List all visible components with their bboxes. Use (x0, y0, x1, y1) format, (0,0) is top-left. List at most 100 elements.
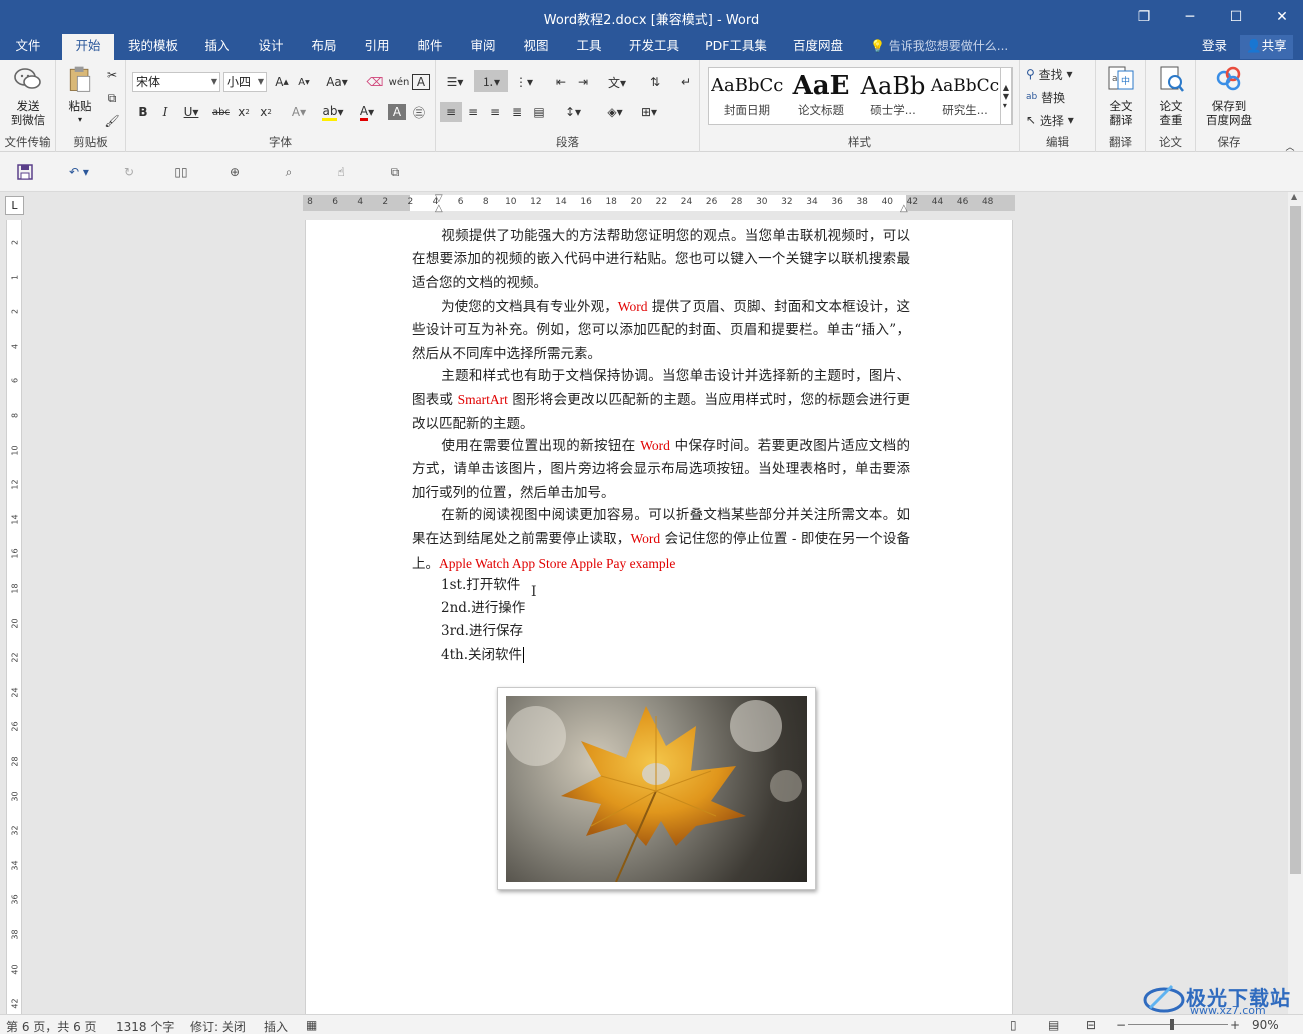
send-to-wechat-button[interactable]: 发送 到微信 (4, 64, 52, 127)
body-paragraph[interactable]: 使用在需要位置出现的新按钮在 Word 中保存时间。若要更改图片适应文档的方式，… (412, 434, 910, 505)
justify-icon[interactable]: ≣ (506, 102, 528, 122)
body-paragraph[interactable]: 主题和样式也有助于文档保持协调。当您单击设计并选择新的主题时，图片、图表或 Sm… (412, 365, 910, 436)
zoom-out-icon[interactable]: − (1116, 1018, 1126, 1032)
tab-home[interactable]: 开始 (62, 34, 114, 60)
bullets-icon[interactable]: ☰▾ (442, 72, 468, 92)
read-mode-view-icon[interactable]: ▯ (1010, 1018, 1017, 1032)
list-item[interactable]: 2nd.进行操作 (441, 597, 525, 620)
replace-button[interactable]: ab 替换 (1026, 87, 1092, 107)
line-spacing-icon[interactable]: ↕▾ (558, 102, 588, 122)
tab-review[interactable]: 审阅 (460, 34, 506, 60)
body-paragraph[interactable]: 为使您的文档具有专业外观，Word 提供了页眉、页脚、封面和文本框设计，这些设计… (412, 295, 910, 366)
subscript-icon[interactable]: x2 (234, 102, 254, 122)
tab-insert[interactable]: 插入 (194, 34, 240, 60)
superscript-icon[interactable]: x2 (256, 102, 276, 122)
horizontal-ruler[interactable]: 8 6 4 2 2 4 6 8 10 12 14 16 18 20 22 24 26 28 30 32 34 36 38 40… (303, 193, 1015, 214)
align-left-icon[interactable]: ≡ (440, 102, 462, 122)
zoom-slider[interactable] (1128, 1024, 1228, 1025)
tab-file[interactable]: 文件 (2, 34, 54, 60)
close-button[interactable]: ✕ (1259, 0, 1303, 34)
right-indent-marker[interactable]: △ (900, 203, 908, 214)
select-button[interactable]: ↖ 选择 ▾ (1026, 110, 1092, 130)
web-layout-icon[interactable]: ⊕ (224, 162, 246, 182)
show-marks-icon[interactable]: ↵ (676, 72, 696, 92)
tab-tools[interactable]: 工具 (566, 34, 612, 60)
sort-icon[interactable]: ⇅ (644, 72, 666, 92)
page-count[interactable]: 第 6 页，共 6 页 (6, 1018, 97, 1034)
tab-mailings[interactable]: 邮件 (407, 34, 453, 60)
borders-icon[interactable]: ⊞▾ (634, 102, 664, 122)
insert-mode[interactable]: 插入 (264, 1018, 288, 1034)
revision-status[interactable]: 修订: 关闭 (190, 1018, 246, 1034)
tab-view[interactable]: 视图 (513, 34, 559, 60)
distributed-icon[interactable]: ▤ (528, 102, 550, 122)
phonetic-guide-icon[interactable]: wén (388, 72, 410, 92)
print-layout-view-icon[interactable]: ▤ (1048, 1018, 1059, 1032)
redo-icon[interactable]: ↻ (118, 162, 140, 182)
font-color-icon[interactable]: A ▾ (352, 102, 382, 122)
tab-my-templates[interactable]: 我的模板 (118, 34, 188, 60)
find-button[interactable]: ⚲ 查找 ▾ (1026, 64, 1092, 84)
bold-icon[interactable]: B (134, 102, 152, 122)
vertical-ruler[interactable]: 2 1 2 4 6 8 10 12 14 16 18 20 22 24 26 28 30 32 34 36 38 40 42 (6, 220, 22, 1014)
align-center-icon[interactable]: ≡ (462, 102, 484, 122)
minimize-button[interactable]: ─ (1167, 0, 1213, 34)
paste-button[interactable]: 粘贴 ▾ (62, 64, 98, 127)
style-paper-title[interactable]: AaE 论文标题 (785, 70, 857, 122)
zoom-slider-thumb[interactable] (1170, 1019, 1174, 1030)
read-mode-icon[interactable]: ▯▯ (170, 162, 192, 182)
change-case-icon[interactable]: Aa▾ (322, 72, 352, 92)
list-item[interactable]: 1st.打开软件 (441, 574, 520, 597)
list-item[interactable]: 3rd.进行保存 (441, 620, 523, 643)
increase-indent-icon[interactable]: ⇥ (572, 72, 594, 92)
font-size-select[interactable]: 小四 ▼ (223, 72, 267, 92)
hanging-indent-marker[interactable]: △ (435, 203, 443, 214)
align-right-icon[interactable]: ≡ (484, 102, 506, 122)
chinese-layout-icon[interactable]: 文▾ (602, 72, 632, 92)
font-name-select[interactable]: 宋体 ▼ (132, 72, 220, 92)
format-painter-icon[interactable]: 🖌 (102, 111, 122, 131)
save-to-baidu-button[interactable]: 保存到 百度网盘 (1200, 64, 1258, 127)
char-shading-icon[interactable]: A (388, 104, 406, 120)
highlight-icon[interactable]: ab ▾ (318, 102, 348, 122)
customize-qat-icon[interactable]: ⧉ (384, 162, 406, 182)
zoom-level[interactable]: 90% (1252, 1018, 1279, 1032)
shading-icon[interactable]: ◈▾ (600, 102, 630, 122)
word-count[interactable]: 1318 个字 (116, 1018, 174, 1034)
save-icon[interactable] (14, 162, 36, 182)
tab-pdf-tools[interactable]: PDF工具集 (697, 34, 775, 60)
vertical-scrollbar[interactable]: ▲ (1288, 192, 1303, 1014)
copy-icon[interactable]: ⧉ (102, 88, 122, 108)
login-link[interactable]: 登录 (1202, 34, 1227, 58)
body-paragraph[interactable]: 在新的阅读视图中阅读更加容易。可以折叠文档某些部分并关注所需文本。如果在达到结尾… (412, 504, 910, 576)
style-master[interactable]: AaBb 硕士学... (857, 70, 929, 122)
strikethrough-icon[interactable]: abc (210, 102, 232, 122)
shrink-font-icon[interactable]: A ▼ (294, 72, 314, 92)
macro-icon[interactable]: ▦ (306, 1018, 317, 1032)
undo-icon[interactable]: ↶ ▾ (62, 162, 96, 182)
tab-design[interactable]: 设计 (248, 34, 294, 60)
list-item[interactable]: 4th.关闭软件​ (441, 644, 524, 667)
numbering-icon[interactable]: ⒈▾ (474, 70, 508, 92)
text-effects-icon[interactable]: A▾ (284, 102, 314, 122)
share-button[interactable]: 👤共享 (1240, 35, 1293, 59)
scroll-up-icon[interactable]: ▲ (1291, 192, 1297, 201)
enclose-char-icon[interactable]: ㊂ (410, 102, 428, 122)
maximize-button[interactable]: ☐ (1213, 0, 1259, 34)
touch-mode-icon[interactable]: ☝ (330, 162, 352, 182)
scrollbar-thumb[interactable] (1290, 206, 1301, 874)
print-preview-icon[interactable]: ⌕ (278, 162, 300, 182)
tab-layout[interactable]: 布局 (301, 34, 347, 60)
style-cover-date[interactable]: AaBbCc 封面日期 (711, 70, 783, 122)
tab-baidu-pan[interactable]: 百度网盘 (784, 34, 852, 60)
italic-icon[interactable]: I (156, 102, 174, 122)
tell-me-search[interactable]: 💡 告诉我您想要做什么... (870, 34, 1008, 60)
web-layout-view-icon[interactable]: ⊟ (1086, 1018, 1096, 1032)
full-translate-button[interactable]: a中 全文 翻译 (1102, 64, 1140, 127)
multilevel-list-icon[interactable]: ⋮▾ (510, 72, 538, 92)
gallery-scroll-icon[interactable]: ▲ ▼ ▾ (1000, 67, 1012, 125)
decrease-indent-icon[interactable]: ⇤ (550, 72, 572, 92)
grow-font-icon[interactable]: A ▲ (272, 72, 292, 92)
tab-selector[interactable]: L (5, 196, 24, 215)
ribbon-display-options-button[interactable]: ❐ (1121, 0, 1167, 34)
